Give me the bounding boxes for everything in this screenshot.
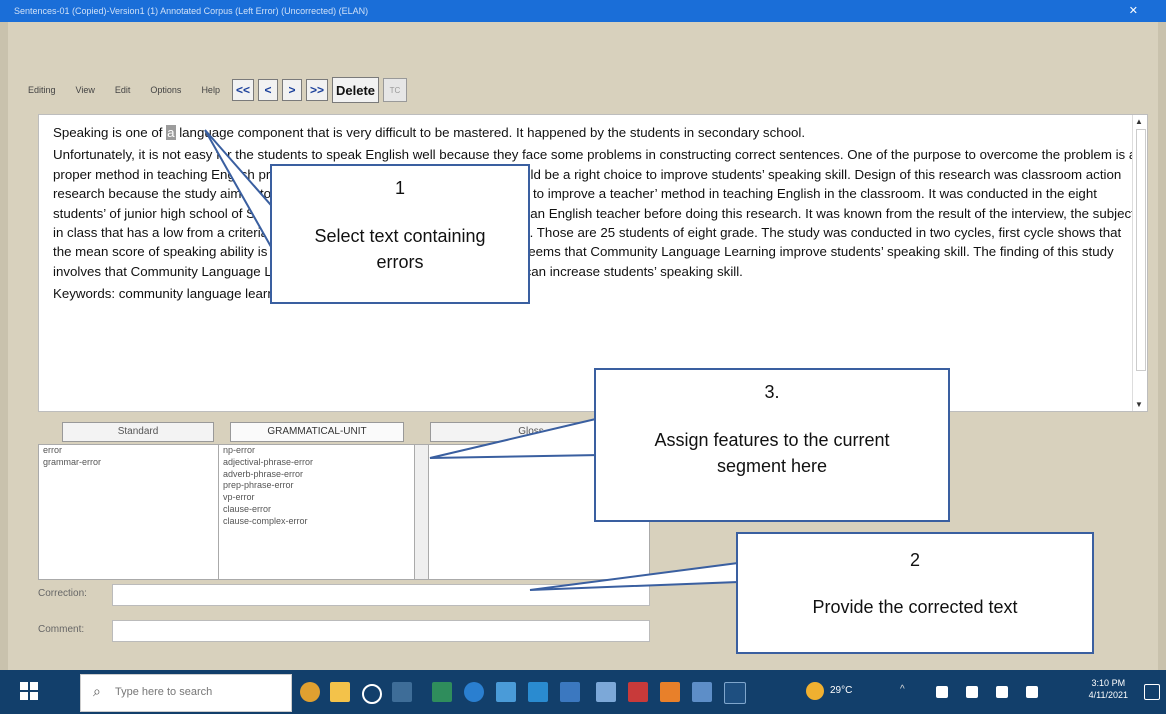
callout-corrected-text: 2 Provide the corrected text [736,532,1094,654]
callout-2-pointer [529,561,739,591]
callout-text: Provide the corrected text [812,597,1018,617]
callout-number: 1 [394,178,405,198]
callout-number: 3. [764,382,780,402]
callout-text: Assign features to the current segment h… [654,430,890,476]
callout-select-text: 1 Select text containing errors [270,164,530,304]
callout-number: 2 [909,550,920,570]
callout-assign-features: 3. Assign features to the current segmen… [594,368,950,522]
callout-3-pointer [429,416,601,459]
callout-text: Select text containing errors [314,226,486,272]
